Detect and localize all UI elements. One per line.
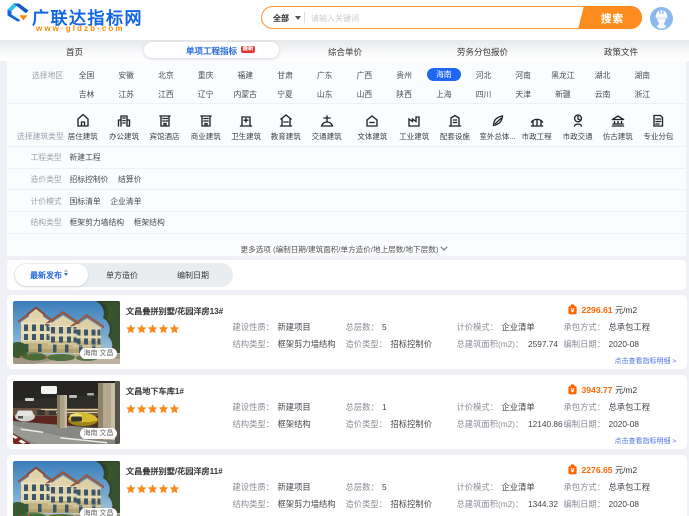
svg-text:¥: ¥ (571, 468, 575, 475)
svg-text:¥: ¥ (571, 308, 575, 315)
svg-text:¥: ¥ (571, 388, 575, 395)
